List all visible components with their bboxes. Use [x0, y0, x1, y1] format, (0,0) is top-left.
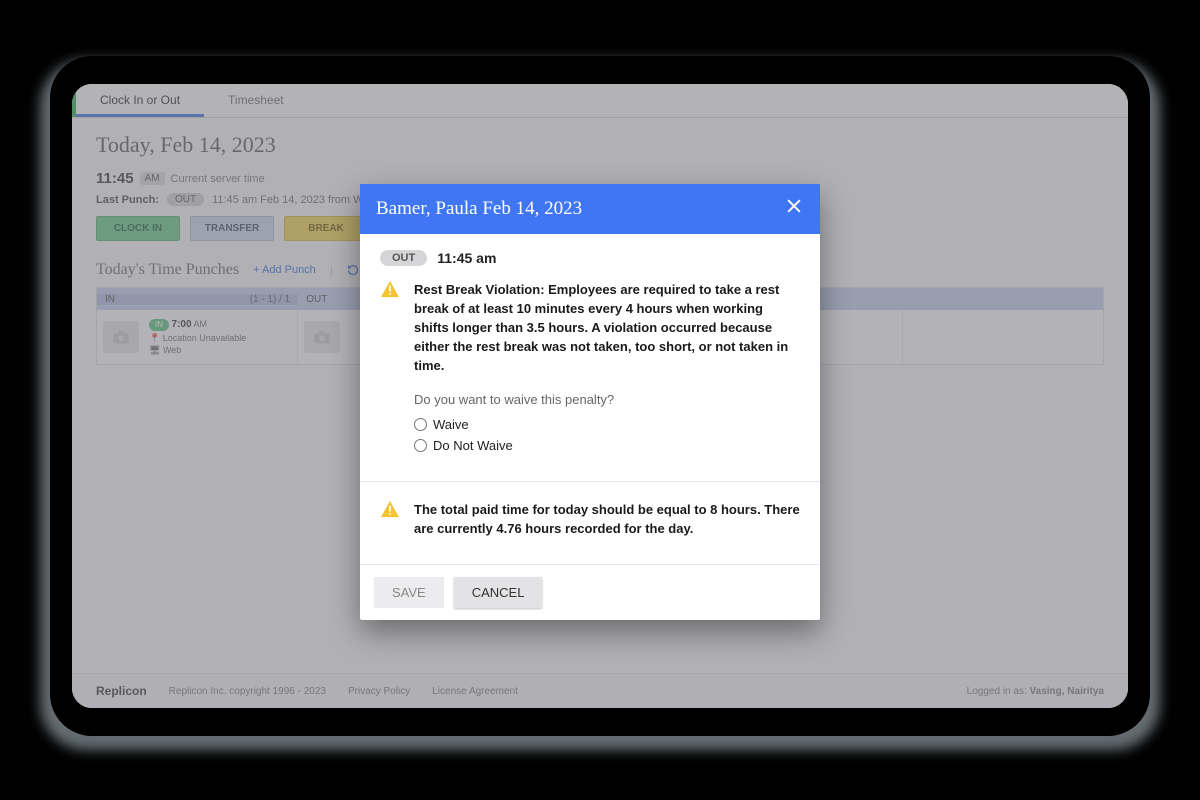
warning-icon — [380, 500, 400, 538]
tablet-frame: Clock In or Out Timesheet Today, Feb 14,… — [50, 56, 1150, 736]
radio-do-not-waive[interactable]: Do Not Waive — [414, 438, 800, 453]
radio-donotwaive-label: Do Not Waive — [433, 438, 513, 453]
warning-icon — [380, 280, 400, 376]
violation-modal: Bamer, Paula Feb 14, 2023 OUT 11:45 am R… — [360, 184, 820, 620]
violation-1-text: Rest Break Violation: Employees are requ… — [414, 280, 800, 376]
status-badge: OUT — [380, 250, 427, 266]
app-screen: Clock In or Out Timesheet Today, Feb 14,… — [72, 84, 1128, 708]
status-time: 11:45 am — [437, 250, 496, 266]
close-icon[interactable] — [784, 196, 804, 222]
waive-question: Do you want to waive this penalty? — [414, 392, 800, 407]
violation-2-text: The total paid time for today should be … — [414, 500, 800, 538]
radio-waive-label: Waive — [433, 417, 469, 432]
modal-header: Bamer, Paula Feb 14, 2023 — [360, 184, 820, 234]
modal-title: Bamer, Paula Feb 14, 2023 — [376, 198, 582, 220]
radio-waive[interactable]: Waive — [414, 417, 800, 432]
save-button[interactable]: SAVE — [374, 577, 444, 608]
cancel-button[interactable]: CANCEL — [454, 577, 543, 608]
